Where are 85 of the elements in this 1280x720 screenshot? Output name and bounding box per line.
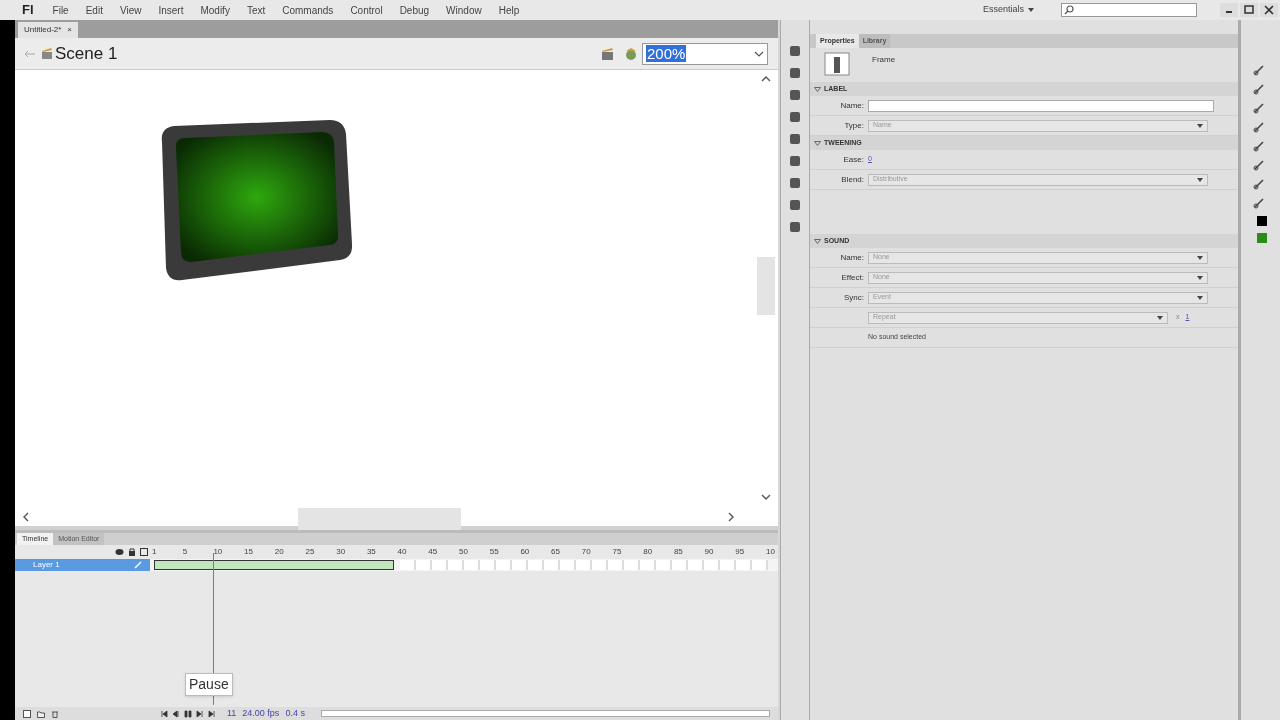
collapse-caret-icon[interactable] <box>814 140 821 146</box>
field-label: Type: <box>843 119 864 132</box>
frame-number: 90 <box>704 546 714 558</box>
dropdown-caret-icon[interactable] <box>1157 315 1163 320</box>
tooltip: Pause <box>185 673 233 696</box>
collapse-caret-icon[interactable] <box>814 86 821 92</box>
status-readout: 0.4 s <box>285 706 305 720</box>
dropdown-caret-icon[interactable] <box>1197 123 1203 128</box>
frame-number: 10 <box>766 546 775 558</box>
menu-item[interactable]: Commands <box>282 2 334 18</box>
status-readout: 24.00 fps <box>242 706 280 720</box>
menu-item[interactable]: Insert <box>158 2 184 18</box>
frame-number: 20 <box>274 546 284 558</box>
scroll-down-icon[interactable] <box>761 494 771 500</box>
frame-number: 55 <box>489 546 499 558</box>
menu-item[interactable]: View <box>119 2 142 18</box>
field-label: Name: <box>839 251 864 264</box>
app-logo: Fl <box>22 1 34 20</box>
dropdown-caret-icon[interactable] <box>754 50 764 57</box>
close-icon[interactable] <box>1260 3 1278 17</box>
frame-number: 10 <box>213 546 223 558</box>
trash-icon[interactable] <box>51 709 59 718</box>
dropdown-caret-icon[interactable] <box>1197 295 1203 300</box>
folder-icon[interactable] <box>37 709 45 718</box>
search-icon[interactable] <box>1064 5 1074 15</box>
frame-number: 80 <box>643 546 653 558</box>
collapse-caret-icon[interactable] <box>814 238 821 244</box>
scroll-thumb[interactable] <box>757 257 775 315</box>
field-label: Effect: <box>840 271 864 284</box>
scene-label: Scene 1 <box>55 42 118 65</box>
minimize-icon[interactable] <box>1220 3 1238 17</box>
object-type: Frame <box>872 54 896 66</box>
frame-number: 25 <box>305 546 315 558</box>
timeline-scrollbar[interactable] <box>320 710 770 717</box>
frame-number: 85 <box>673 546 683 558</box>
menu-item[interactable]: Help <box>498 2 520 18</box>
scroll-right-icon[interactable] <box>728 512 734 522</box>
frame-number: 30 <box>336 546 346 558</box>
menu-item[interactable]: Edit <box>85 2 103 18</box>
frame-number: 95 <box>735 546 745 558</box>
menu-item[interactable]: Text <box>246 2 266 18</box>
dropdown-caret-icon[interactable] <box>1197 255 1203 260</box>
scroll-thumb[interactable] <box>298 508 461 530</box>
horizontal-scrollbar[interactable] <box>15 508 778 530</box>
frame-number: 75 <box>612 546 622 558</box>
frame-number: 65 <box>551 546 560 558</box>
dropdown-caret-icon[interactable] <box>1197 177 1203 182</box>
dropdown-caret-icon[interactable] <box>1197 275 1203 280</box>
document-tab[interactable]: Untitled-2* × <box>18 22 79 38</box>
field-label: Sync: <box>843 291 864 304</box>
frame-icon[interactable] <box>824 52 850 76</box>
workspace-switcher[interactable]: Essentials <box>982 3 1034 17</box>
dropdown-caret-icon[interactable] <box>1028 8 1034 12</box>
lock-icon[interactable] <box>128 548 136 556</box>
frame-number: 60 <box>520 546 530 558</box>
clapperboard-icon[interactable] <box>41 47 53 60</box>
search-field[interactable] <box>1061 3 1197 17</box>
frame-number: 35 <box>366 546 376 558</box>
close-tab-button[interactable]: × <box>67 24 73 36</box>
frame-number: 15 <box>244 546 253 558</box>
frame-number: 40 <box>397 546 407 558</box>
eye-icon[interactable] <box>115 548 124 556</box>
menu-item[interactable]: File <box>52 2 69 18</box>
frame-number: 70 <box>581 546 591 558</box>
frame-number: 5 <box>182 546 188 558</box>
zoom-combo[interactable]: 200% <box>642 42 768 65</box>
frame-number: 50 <box>459 546 468 558</box>
field-label: Blend: <box>840 173 864 186</box>
field-label: Name: <box>839 99 864 112</box>
menu-item[interactable]: Debug <box>399 2 430 18</box>
scroll-left-icon[interactable] <box>23 512 29 522</box>
menu-item[interactable]: Modify <box>200 2 230 18</box>
frame-number: 45 <box>428 546 438 558</box>
scroll-up-icon[interactable] <box>761 76 771 82</box>
edit-symbol-icon[interactable] <box>623 46 639 61</box>
menu-item[interactable]: Control <box>350 2 383 18</box>
menu-item[interactable]: Window <box>446 2 482 18</box>
new-layer-icon[interactable] <box>23 709 31 718</box>
frame-span[interactable] <box>154 560 394 570</box>
status-readout: 11 <box>227 706 237 720</box>
frame-number: 1 <box>152 546 157 558</box>
outline-icon[interactable] <box>140 548 148 556</box>
maximize-icon[interactable] <box>1240 3 1258 17</box>
name-field[interactable] <box>868 99 1214 112</box>
field-label: Ease: <box>842 153 864 166</box>
